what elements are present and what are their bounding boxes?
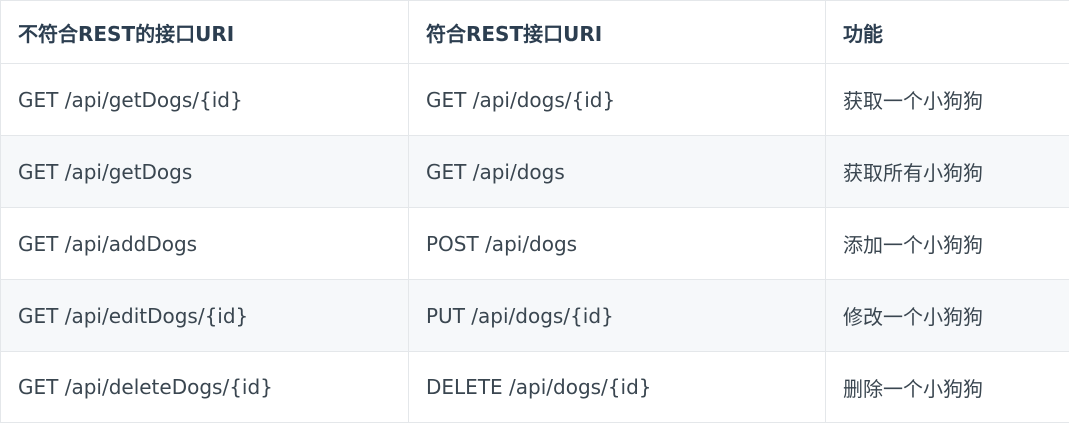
cell-non-rest-uri: GET /api/editDogs/{id}	[1, 280, 409, 352]
header-non-rest-uri: 不符合REST的接口URI	[1, 1, 409, 64]
cell-rest-uri: GET /api/dogs/{id}	[409, 64, 826, 136]
cell-rest-uri: PUT /api/dogs/{id}	[409, 280, 826, 352]
cell-function: 删除一个小狗狗	[826, 352, 1069, 423]
table-row: GET /api/getDogs GET /api/dogs 获取所有小狗狗	[1, 136, 1069, 208]
table-row: GET /api/addDogs POST /api/dogs 添加一个小狗狗	[1, 208, 1069, 280]
cell-non-rest-uri: GET /api/getDogs/{id}	[1, 64, 409, 136]
header-rest-uri: 符合REST接口URI	[409, 1, 826, 64]
cell-non-rest-uri: GET /api/deleteDogs/{id}	[1, 352, 409, 423]
cell-non-rest-uri: GET /api/getDogs	[1, 136, 409, 208]
header-function: 功能	[826, 1, 1069, 64]
cell-rest-uri: POST /api/dogs	[409, 208, 826, 280]
cell-function: 修改一个小狗狗	[826, 280, 1069, 352]
rest-uri-table: 不符合REST的接口URI 符合REST接口URI 功能 GET /api/ge…	[0, 0, 1069, 423]
table-header-row: 不符合REST的接口URI 符合REST接口URI 功能	[1, 1, 1069, 64]
cell-rest-uri: DELETE /api/dogs/{id}	[409, 352, 826, 423]
table-row: GET /api/editDogs/{id} PUT /api/dogs/{id…	[1, 280, 1069, 352]
cell-function: 添加一个小狗狗	[826, 208, 1069, 280]
table-row: GET /api/getDogs/{id} GET /api/dogs/{id}…	[1, 64, 1069, 136]
cell-rest-uri: GET /api/dogs	[409, 136, 826, 208]
cell-function: 获取一个小狗狗	[826, 64, 1069, 136]
table-row: GET /api/deleteDogs/{id} DELETE /api/dog…	[1, 352, 1069, 423]
cell-function: 获取所有小狗狗	[826, 136, 1069, 208]
cell-non-rest-uri: GET /api/addDogs	[1, 208, 409, 280]
